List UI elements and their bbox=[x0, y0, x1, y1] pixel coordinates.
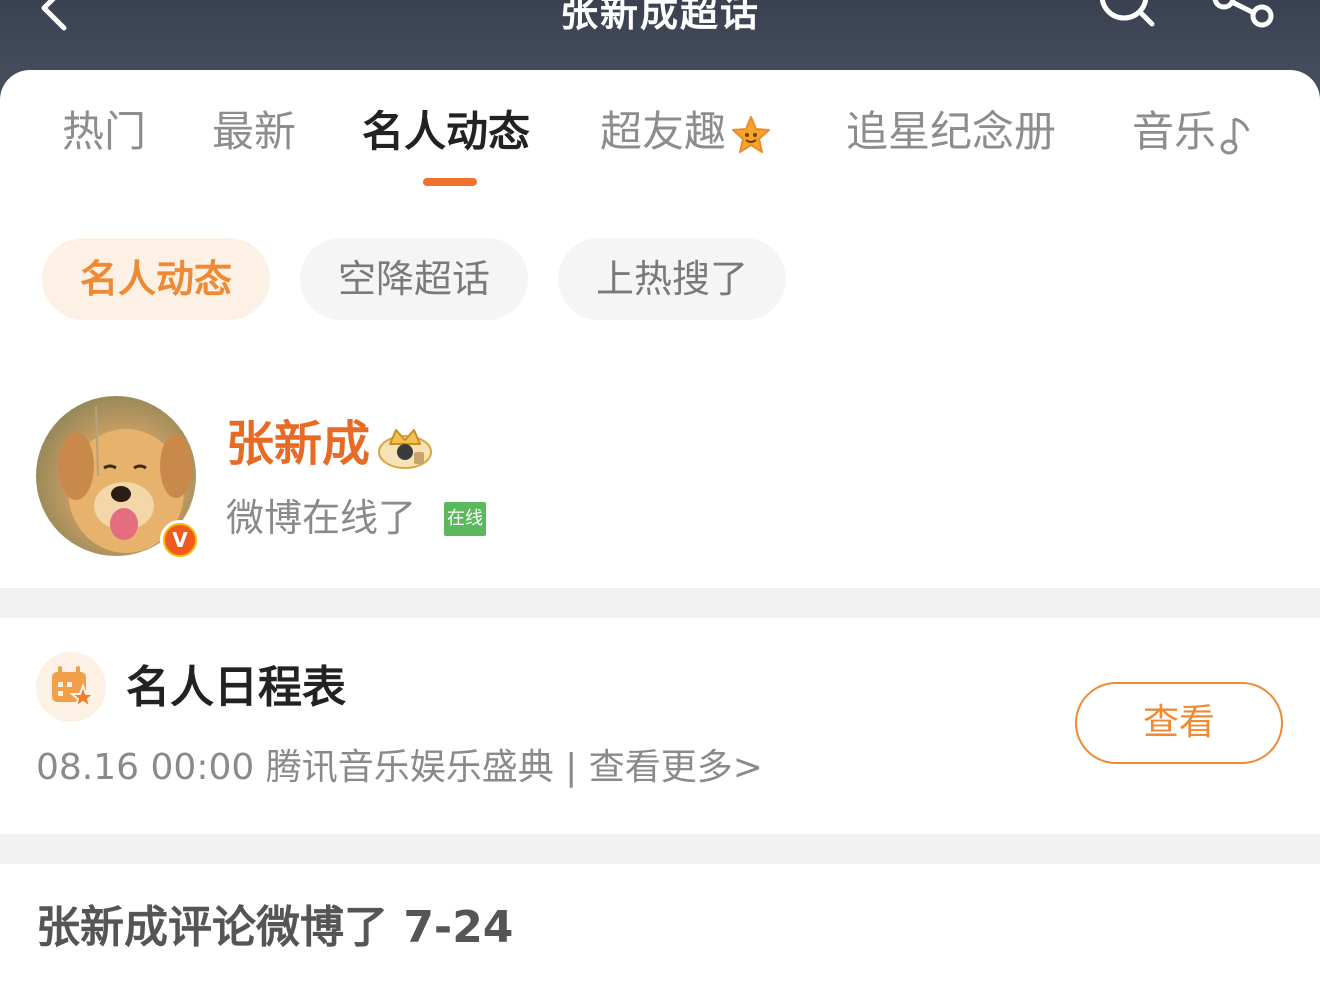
view-schedule-button[interactable]: 查看 bbox=[1075, 682, 1283, 764]
share-icon[interactable] bbox=[1210, 0, 1280, 36]
tab-label: 超友趣 bbox=[600, 107, 727, 156]
tab-label: 热门 bbox=[62, 107, 147, 156]
tab-latest[interactable]: 最新 bbox=[212, 102, 296, 162]
celebrity-name[interactable]: 张新成 bbox=[226, 414, 370, 474]
celebrity-status-text: 微博在线了 bbox=[226, 496, 417, 540]
calendar-star-icon-wrap bbox=[36, 652, 106, 722]
verified-v-icon: V bbox=[160, 520, 200, 560]
schedule-title: 名人日程表 bbox=[126, 662, 346, 713]
tab-label: 最新 bbox=[212, 107, 297, 156]
tab-label: 追星纪念册 bbox=[846, 107, 1057, 156]
search-icon[interactable] bbox=[1094, 0, 1160, 36]
tab-bar: 热门 最新 名人动态 超友趣 追星纪念册 音乐 bbox=[0, 102, 1320, 162]
feed-item[interactable]: 张新成评论微博了 7-24 bbox=[0, 864, 1320, 990]
celebrity-status-row[interactable]: V 张新成 在线 微博在线了 bbox=[0, 396, 1320, 566]
music-note-icon bbox=[1220, 117, 1250, 154]
topic-main-panel: 热门 最新 名人动态 超友趣 追星纪念册 音乐 名人动态 空降超话 上热搜了 V… bbox=[0, 70, 1320, 588]
schedule-item: 08.16 00:00 腾讯音乐娱乐盛典 | 查看更多> bbox=[36, 740, 763, 796]
crown-icon bbox=[378, 429, 432, 469]
chip-airdrop-topic[interactable]: 空降超话 bbox=[300, 238, 528, 320]
chip-trending[interactable]: 上热搜了 bbox=[558, 238, 786, 320]
tab-celebrity-news[interactable]: 名人动态 bbox=[362, 102, 530, 162]
tab-music[interactable]: 音乐 bbox=[1132, 102, 1256, 162]
star-emblem-icon bbox=[732, 115, 771, 153]
online-badge: 在线 bbox=[444, 502, 486, 536]
schedule-event-text: 08.16 00:00 腾讯音乐娱乐盛典 | bbox=[36, 747, 578, 788]
tab-fan-fun[interactable]: 超友趣 bbox=[600, 102, 772, 162]
calendar-star-icon bbox=[52, 666, 97, 710]
tab-star-album[interactable]: 追星纪念册 bbox=[846, 102, 1056, 162]
tab-hot[interactable]: 热门 bbox=[62, 102, 146, 162]
chip-celebrity-news[interactable]: 名人动态 bbox=[42, 238, 270, 320]
feed-item-title: 张新成评论微博了 7-24 bbox=[36, 902, 514, 953]
filter-chips: 名人动态 空降超话 上热搜了 bbox=[0, 238, 1320, 322]
tab-label: 音乐 bbox=[1132, 107, 1217, 156]
view-more-link[interactable]: 查看更多> bbox=[589, 747, 763, 788]
active-tab-indicator bbox=[423, 178, 477, 186]
celebrity-schedule-card: 名人日程表 08.16 00:00 腾讯音乐娱乐盛典 | 查看更多> 查看 bbox=[0, 618, 1320, 834]
tab-label: 名人动态 bbox=[362, 107, 531, 156]
